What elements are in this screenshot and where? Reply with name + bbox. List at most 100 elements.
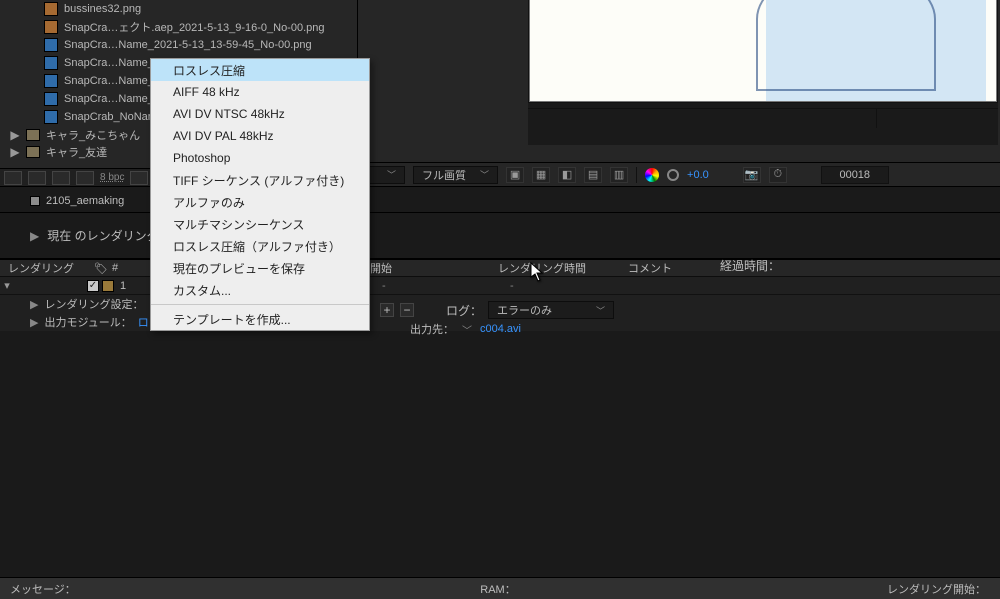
file-label: SnapCrab_NoNam [64, 111, 157, 123]
colorwheel-icon[interactable] [645, 168, 659, 182]
ctxmenu-item[interactable]: TIFF シーケンス (アルファ付き) [151, 169, 369, 191]
col-number[interactable]: # [104, 262, 126, 274]
viewer-canvas[interactable] [528, 0, 998, 145]
file-icon [44, 38, 58, 52]
search-icon[interactable] [130, 171, 148, 185]
file-icon [44, 92, 58, 106]
remove-output-button[interactable]: − [400, 303, 414, 317]
chevron-down-icon: ﹀ [596, 304, 605, 317]
file-row[interactable]: SnapCra…Name_2021-5-13_13-59-45_No-00.pn… [0, 36, 357, 54]
ctxmenu-item[interactable]: カスタム... [151, 279, 369, 301]
ctxmenu-item[interactable]: Photoshop [151, 147, 369, 169]
quality-label: フル画質 [422, 167, 466, 183]
composition-controls: ﹀ フル画質 ﹀ ▣ ▦ ◧ ▤ ▥ +0.0 📷 ⏱ 00018 [358, 162, 1000, 186]
quality-dropdown[interactable]: フル画質 ﹀ [413, 166, 498, 184]
ctxmenu-item[interactable]: テンプレートを作成... [151, 308, 369, 330]
ctxmenu-item[interactable]: 現在のプレビューを保存 [151, 257, 369, 279]
current-render-twist-icon[interactable]: ▶ [30, 229, 39, 243]
render-item-twist-icon[interactable]: ▾ [0, 279, 14, 292]
file-label: SnapCra…Name_1 [64, 93, 160, 105]
folder-twist-icon[interactable]: ▶ [10, 145, 20, 159]
zoom-dropdown[interactable]: ﹀ [364, 166, 405, 184]
exposure-value[interactable]: +0.0 [687, 169, 709, 181]
ctxmenu-item[interactable]: AVI DV PAL 48kHz [151, 125, 369, 147]
elapsed-time-label: 経過時間： [720, 257, 780, 274]
output-to-row: 出力先： ﹀ c004.avi [410, 321, 521, 337]
current-render-label: 現在 のレンダリング [47, 227, 158, 244]
folder-twist-icon[interactable]: ▶ [10, 128, 20, 142]
col-render[interactable]: レンダリング [0, 260, 86, 276]
col-time[interactable]: レンダリング時間 [490, 260, 620, 276]
region-icon[interactable]: ▣ [506, 167, 524, 183]
file-icon [44, 110, 58, 124]
render-queue-tab[interactable]: 2105_aemaking [22, 191, 138, 211]
ctxmenu-item[interactable]: AIFF 48 kHz [151, 81, 369, 103]
new-comp-icon[interactable] [52, 171, 70, 185]
render-settings-label: レンダリング設定： [44, 296, 143, 312]
file-row[interactable]: bussines32.png [0, 0, 357, 18]
log-value: エラーのみ [497, 302, 552, 318]
folder-icon [26, 129, 40, 141]
twist-icon[interactable]: ▶ [30, 298, 38, 311]
tab-color-swatch-icon [30, 196, 40, 206]
log-label: ログ： [446, 302, 482, 319]
status-message-label: メッセージ： [0, 581, 335, 597]
chevron-down-icon: ﹀ [387, 168, 396, 181]
render-item-swatch-icon [102, 280, 114, 292]
output-to-value[interactable]: c004.avi [480, 323, 521, 335]
ctxmenu-item[interactable]: ロスレス圧縮（アルファ付き） [151, 235, 369, 257]
output-to-label: 出力先： [410, 321, 454, 337]
chevron-down-icon: ﹀ [480, 168, 489, 181]
ctxmenu-item[interactable]: アルファのみ [151, 191, 369, 213]
col-start[interactable]: 開始 [362, 260, 490, 276]
folder-icon [26, 146, 40, 158]
chevron-down-icon[interactable]: ﹀ [462, 322, 472, 337]
frame-readout[interactable]: 00018 [821, 166, 889, 184]
output-module-context-menu: ロスレス圧縮 AIFF 48 kHz AVI DV NTSC 48kHz AVI… [150, 58, 370, 331]
ctxmenu-item[interactable]: AVI DV NTSC 48kHz [151, 103, 369, 125]
col-comment[interactable]: コメント [620, 260, 1000, 276]
channel-icon[interactable]: ▤ [584, 167, 602, 183]
file-icon [44, 2, 58, 16]
render-enable-checkbox[interactable] [87, 280, 99, 292]
guide-icon[interactable]: ▥ [610, 167, 628, 183]
output-module-label: 出力モジュール： [44, 314, 131, 330]
file-label: SnapCra…Name_1 [64, 75, 160, 87]
log-dropdown[interactable]: エラーのみ ﹀ [488, 301, 614, 319]
twist-icon[interactable]: ▶ [30, 316, 38, 329]
col-chk[interactable]: 🏷 [86, 262, 104, 275]
current-render-row[interactable]: ▶ 現在 のレンダリング [0, 227, 159, 244]
ctxmenu-separator [151, 304, 369, 305]
folder-label: キャラ_友達 [46, 144, 107, 160]
camera-icon[interactable]: 📷 [743, 167, 761, 183]
mouse-cursor-icon [530, 262, 544, 282]
preview-image [529, 0, 997, 102]
transparency-grid-icon[interactable]: ▦ [532, 167, 550, 183]
add-output-button[interactable]: + [380, 303, 394, 317]
bpc-label[interactable]: 8 bpc [100, 172, 124, 183]
file-label: bussines32.png [64, 3, 141, 15]
folder-label: キャラ_みこちゃん [46, 127, 140, 143]
file-icon [44, 56, 58, 70]
status-start-label: レンダリング開始： [661, 581, 1000, 597]
ctxmenu-item[interactable]: マルチマシンシーケンス [151, 213, 369, 235]
flowchart-icon[interactable] [4, 171, 22, 185]
mask-icon[interactable]: ◧ [558, 167, 576, 183]
file-icon [44, 20, 58, 34]
file-row[interactable]: SnapCra…ェクト.aep_2021-5-13_9-16-0_No-00.p… [0, 18, 357, 36]
status-ram-label: RAM： [335, 581, 660, 597]
aperture-icon[interactable] [667, 169, 679, 181]
status-bar: メッセージ： RAM： レンダリング開始： [0, 577, 1000, 599]
tab-label: 2105_aemaking [46, 195, 124, 207]
file-label: SnapCra…Name_2021-5-13_13-59-45_No-00.pn… [64, 39, 312, 51]
color-depth-button[interactable] [76, 171, 94, 185]
render-item-index: 1 [120, 280, 142, 292]
new-bin-icon[interactable] [28, 171, 46, 185]
file-icon [44, 74, 58, 88]
composition-viewer [358, 0, 1000, 186]
ctxmenu-item[interactable]: ロスレス圧縮 [151, 59, 369, 81]
render-item-time: - [510, 280, 514, 292]
render-item-start: - [382, 280, 510, 292]
time-icon[interactable]: ⏱ [769, 167, 787, 183]
file-label: SnapCra…Name_1 [64, 57, 160, 69]
